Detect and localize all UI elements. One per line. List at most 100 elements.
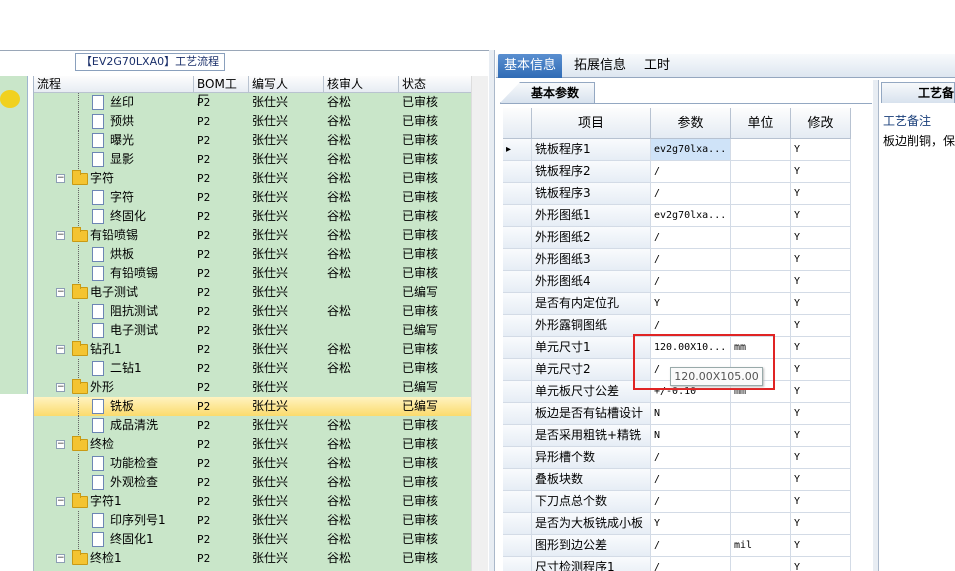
row-selector[interactable] — [503, 161, 532, 183]
param-modify-cell[interactable]: Y — [791, 271, 851, 293]
param-modify-cell[interactable]: Y — [791, 447, 851, 469]
tree-leaf-row[interactable]: 丝印 P2 张仕兴 谷松 已审核 — [34, 93, 471, 112]
param-row[interactable]: 铣板程序2/ Y — [503, 161, 872, 183]
param-row[interactable]: 外形图纸1 ev2g70lxa... Y — [503, 205, 872, 227]
tab-work-hours[interactable]: 工时 — [638, 54, 676, 78]
col-header-param[interactable]: 参数 — [651, 108, 731, 139]
expand-toggle-icon[interactable]: − — [56, 174, 65, 183]
param-unit-cell[interactable] — [731, 491, 791, 513]
row-selector[interactable] — [503, 513, 532, 535]
param-value-cell[interactable]: / — [651, 491, 731, 513]
param-value-cell[interactable]: Y — [651, 513, 731, 535]
row-selector[interactable] — [503, 535, 532, 557]
param-unit-cell[interactable] — [731, 403, 791, 425]
param-value-cell[interactable]: N — [651, 425, 731, 447]
param-modify-cell[interactable]: Y — [791, 315, 851, 337]
tree-leaf-row[interactable]: 功能检查 P2 张仕兴 谷松 已审核 — [34, 454, 471, 473]
tree-leaf-row[interactable]: 印序列号1 P2 张仕兴 谷松 已审核 — [34, 511, 471, 530]
expand-toggle-icon[interactable]: − — [56, 288, 65, 297]
tree-leaf-row[interactable]: 终固化 P2 张仕兴 谷松 已审核 — [34, 207, 471, 226]
tree-folder-row[interactable]: − 外形 P2 张仕兴 已编写 — [34, 378, 471, 397]
param-row[interactable]: 外形图纸4/ Y — [503, 271, 872, 293]
param-unit-cell[interactable] — [731, 557, 791, 571]
tree-leaf-row[interactable]: 二钻1 P2 张仕兴 谷松 已审核 — [34, 359, 471, 378]
tree-folder-row[interactable]: − 电子测试 P2 张仕兴 已编写 — [34, 283, 471, 302]
param-row[interactable]: 板边是否有钻槽设计 N Y — [503, 403, 872, 425]
tree-scrollbar[interactable] — [471, 76, 488, 571]
tree-folder-row[interactable]: − 有铅喷锡 P2 张仕兴 谷松 已审核 — [34, 226, 471, 245]
tree-leaf-row[interactable]: 成品清洗 P2 张仕兴 谷松 已审核 — [34, 416, 471, 435]
param-modify-cell[interactable]: Y — [791, 249, 851, 271]
tree-leaf-row[interactable]: 铣板 P2 张仕兴 已编写 — [34, 397, 471, 416]
remarks-text[interactable]: 板边削铜，保 — [883, 132, 955, 149]
param-unit-cell[interactable] — [731, 513, 791, 535]
param-value-cell[interactable]: / — [651, 447, 731, 469]
param-row[interactable]: 是否采用粗铣+精铣 N Y — [503, 425, 872, 447]
expand-toggle-icon[interactable]: − — [56, 440, 65, 449]
tab-remarks[interactable]: 工艺备注 — [881, 82, 955, 103]
param-modify-cell[interactable]: Y — [791, 161, 851, 183]
tree-leaf-row[interactable]: 阻抗测试 P2 张仕兴 谷松 已审核 — [34, 302, 471, 321]
expand-toggle-icon[interactable]: − — [56, 345, 65, 354]
param-modify-cell[interactable]: Y — [791, 227, 851, 249]
param-modify-cell[interactable]: Y — [791, 205, 851, 227]
param-value-cell[interactable]: / — [651, 249, 731, 271]
param-value-cell[interactable]: / — [651, 469, 731, 491]
param-row[interactable]: 异形槽个数 / Y — [503, 447, 872, 469]
param-value-cell[interactable]: / — [651, 535, 731, 557]
col-header-writer[interactable]: 编写人 — [249, 76, 324, 93]
param-unit-cell[interactable] — [731, 161, 791, 183]
row-selector[interactable] — [503, 557, 532, 571]
param-value-cell[interactable]: / — [651, 227, 731, 249]
param-value-cell[interactable]: ev2g70lxa... — [651, 139, 731, 161]
param-unit-cell[interactable]: mil — [731, 535, 791, 557]
param-value-cell[interactable]: Y — [651, 293, 731, 315]
param-modify-cell[interactable]: Y — [791, 535, 851, 557]
row-selector[interactable] — [503, 315, 532, 337]
param-modify-cell[interactable]: Y — [791, 469, 851, 491]
param-modify-cell[interactable]: Y — [791, 425, 851, 447]
chat-bubble-icon[interactable] — [0, 90, 20, 108]
expand-toggle-icon[interactable]: − — [56, 383, 65, 392]
param-row[interactable]: 尺寸检测程序1/ Y — [503, 557, 872, 571]
param-value-cell[interactable]: / — [651, 161, 731, 183]
row-selector[interactable] — [503, 337, 532, 359]
param-unit-cell[interactable] — [731, 469, 791, 491]
row-selector[interactable] — [503, 491, 532, 513]
param-unit-cell[interactable] — [731, 183, 791, 205]
param-unit-cell[interactable] — [731, 271, 791, 293]
row-selector[interactable] — [503, 183, 532, 205]
param-row[interactable]: 外形图纸2/ Y — [503, 227, 872, 249]
tree-folder-row[interactable]: − 字符1 P2 张仕兴 谷松 已审核 — [34, 492, 471, 511]
param-modify-cell[interactable]: Y — [791, 359, 851, 381]
param-value-cell[interactable]: / — [651, 183, 731, 205]
row-selector[interactable] — [503, 469, 532, 491]
param-modify-cell[interactable]: Y — [791, 337, 851, 359]
row-selector[interactable] — [503, 381, 532, 403]
param-row[interactable]: 下刀点总个数 / Y — [503, 491, 872, 513]
expand-toggle-icon[interactable]: − — [56, 497, 65, 506]
param-modify-cell[interactable]: Y — [791, 557, 851, 571]
row-selector[interactable] — [503, 359, 532, 381]
param-row[interactable]: 铣板程序3/ Y — [503, 183, 872, 205]
param-row[interactable]: ▸ 铣板程序1 ev2g70lxa... Y — [503, 139, 872, 161]
param-unit-cell[interactable] — [731, 139, 791, 161]
param-value-cell[interactable]: / — [651, 271, 731, 293]
row-selector[interactable] — [503, 403, 532, 425]
param-modify-cell[interactable]: Y — [791, 139, 851, 161]
param-modify-cell[interactable]: Y — [791, 513, 851, 535]
tree-leaf-row[interactable]: 字符 P2 张仕兴 谷松 已审核 — [34, 188, 471, 207]
param-row[interactable]: 图形到边公差 / mil Y — [503, 535, 872, 557]
param-modify-cell[interactable]: Y — [791, 293, 851, 315]
param-unit-cell[interactable] — [731, 249, 791, 271]
tree-leaf-row[interactable]: 有铅喷锡 P2 张仕兴 谷松 已审核 — [34, 264, 471, 283]
row-selector[interactable] — [503, 425, 532, 447]
row-selector[interactable] — [503, 227, 532, 249]
col-header-reviewer[interactable]: 核审人 — [324, 76, 399, 93]
param-value-cell[interactable]: ev2g70lxa... — [651, 205, 731, 227]
row-selector[interactable] — [503, 293, 532, 315]
param-modify-cell[interactable]: Y — [791, 381, 851, 403]
tree-leaf-row[interactable]: 终固化1 P2 张仕兴 谷松 已审核 — [34, 530, 471, 549]
tree-leaf-row[interactable]: 烘板 P2 张仕兴 谷松 已审核 — [34, 245, 471, 264]
tree-leaf-row[interactable]: 曝光 P2 张仕兴 谷松 已审核 — [34, 131, 471, 150]
